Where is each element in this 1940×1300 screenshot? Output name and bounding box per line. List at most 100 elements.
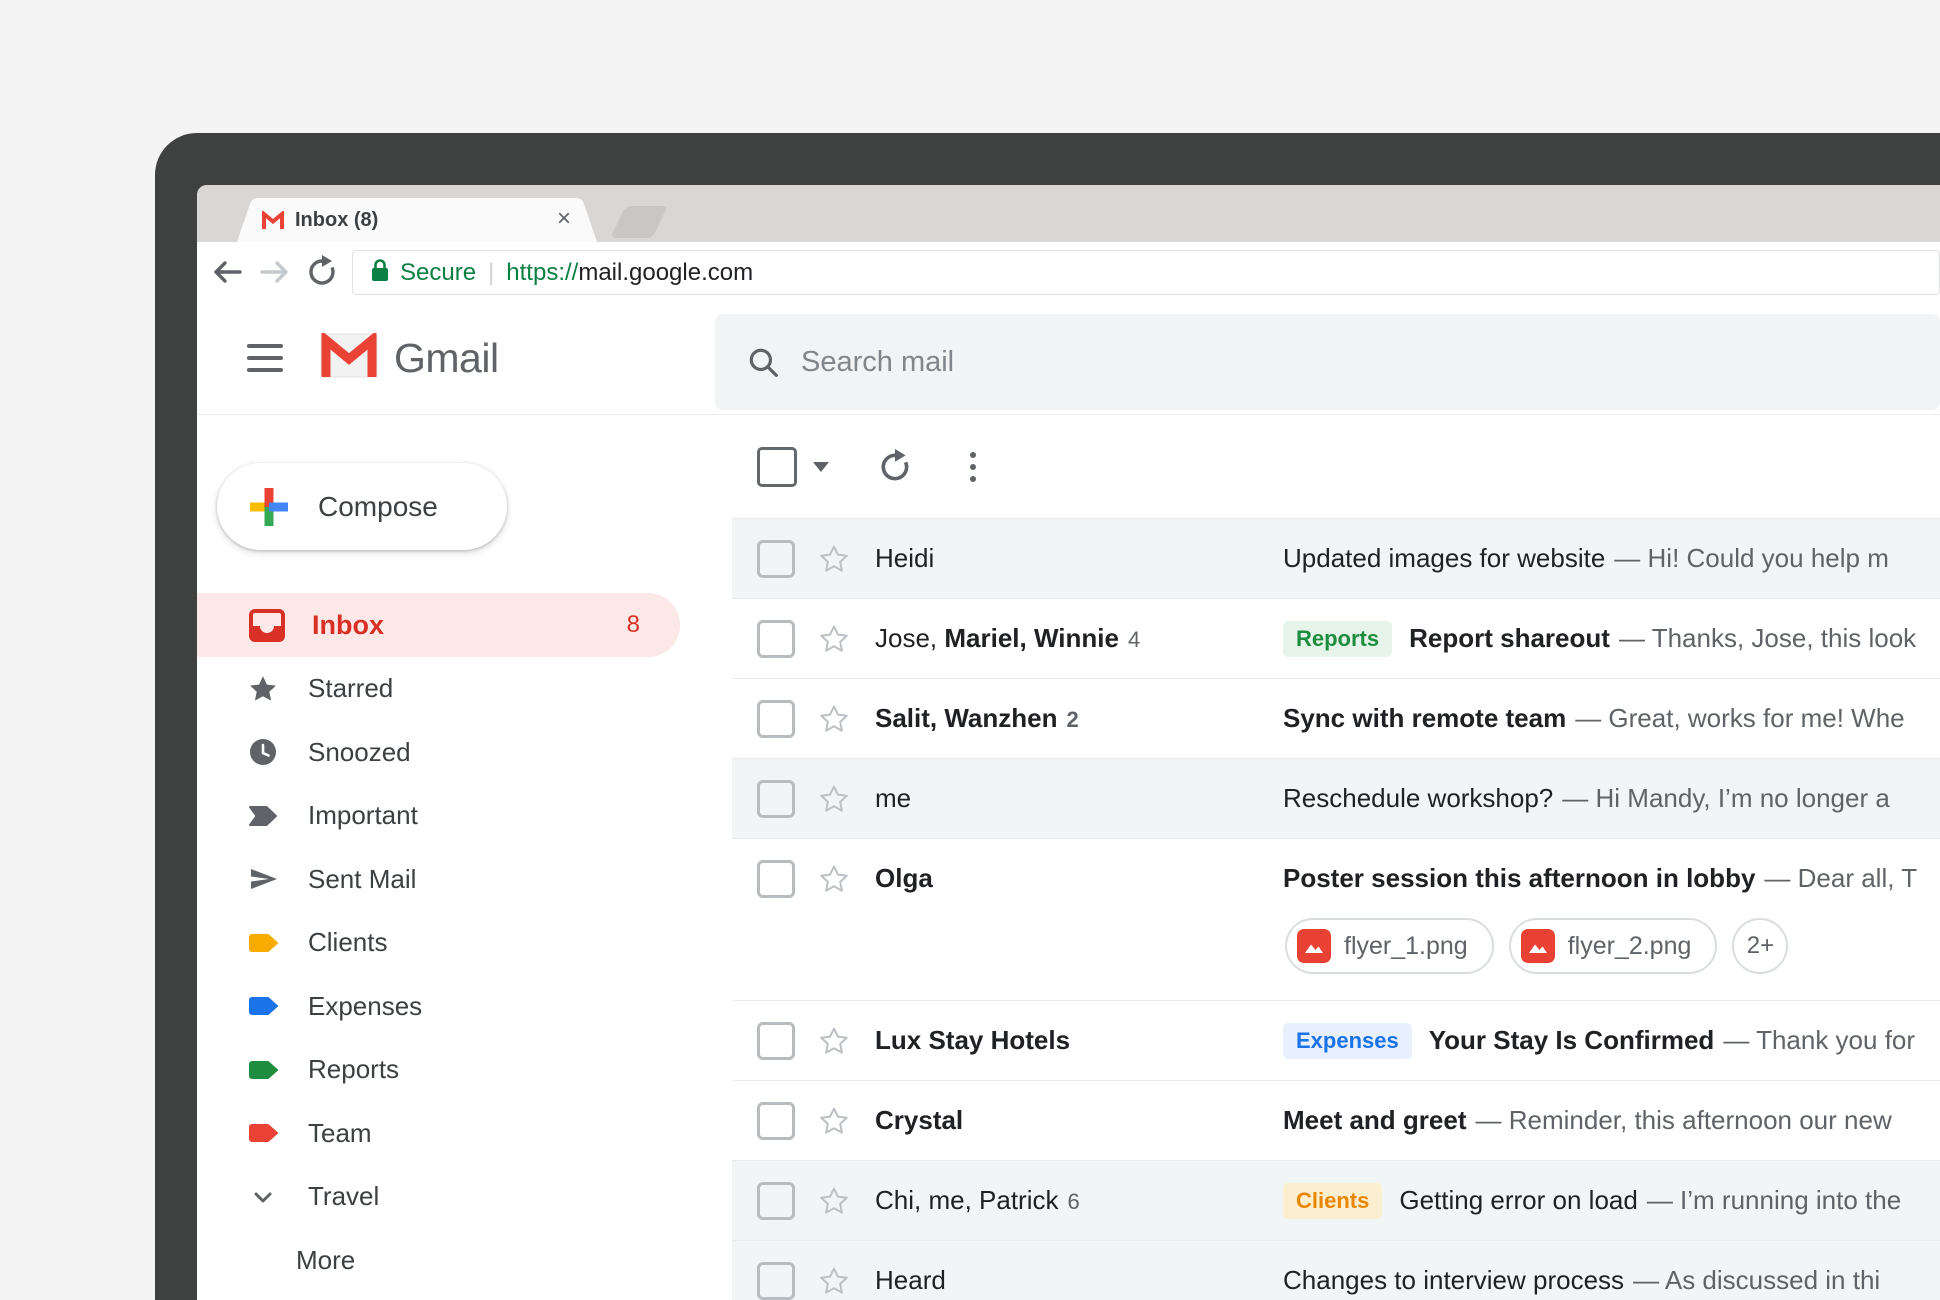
star-outline-icon[interactable] [817, 702, 853, 736]
mail-row[interactable]: Heidi Updated images for website — Hi! C… [732, 518, 1940, 598]
gmail-envelope-icon [320, 330, 378, 383]
tab-close-icon[interactable]: × [557, 206, 571, 232]
row-subject-cell: Expenses Your Stay Is Confirmed — Thank … [1283, 1022, 1940, 1059]
row-sender: Chi, me, Patrick 6 [875, 1185, 1080, 1215]
row-snippet: — Dear all, T [1764, 863, 1918, 893]
row-subject: Reschedule workshop? [1283, 783, 1554, 813]
star-outline-icon[interactable] [817, 862, 853, 896]
more-options-icon[interactable] [969, 450, 977, 484]
thread-count: 2 [1066, 707, 1079, 732]
mail-row[interactable]: Chi, me, Patrick 6 Clients Getting error … [732, 1160, 1940, 1240]
row-snippet: — Hi! Could you help m [1614, 543, 1889, 573]
row-checkbox[interactable] [757, 539, 795, 578]
list-toolbar [732, 415, 1940, 518]
chevron-down-icon [245, 1183, 281, 1211]
row-checkbox[interactable] [757, 779, 795, 818]
sidebar-item-label: Reports [308, 1054, 400, 1085]
sidebar-item-label: Important [308, 800, 418, 831]
secure-label: Secure [400, 258, 477, 286]
sidebar-item-travel[interactable]: Travel [197, 1165, 712, 1229]
mail-row[interactable]: Salit, Wanzhen 2 Sync with remote team — … [732, 678, 1940, 758]
sidebar-item-label: More [296, 1244, 356, 1275]
search-icon [749, 348, 778, 377]
attachments-row: flyer_1.png flyer_2.png 2+ [732, 918, 1940, 1000]
sidebar-item-team[interactable]: Team [197, 1102, 712, 1166]
sidebar-item-label: Clients [308, 927, 388, 958]
row-subject-cell: Changes to interview process — As discus… [1283, 1265, 1940, 1296]
row-sender: Olga [875, 863, 933, 893]
label-chip[interactable]: Reports [1283, 620, 1393, 657]
sidebar-item-label: Travel [308, 1181, 380, 1212]
row-checkbox[interactable] [757, 1101, 795, 1140]
attachment-name: flyer_1.png [1344, 931, 1468, 960]
hamburger-menu-icon[interactable] [247, 344, 283, 372]
tab-shape [237, 198, 597, 242]
sidebar-item-clients[interactable]: Clients [197, 911, 712, 975]
row-sender: Heidi [875, 543, 935, 573]
row-subject: Getting error on load [1399, 1185, 1638, 1215]
star-outline-icon[interactable] [817, 1104, 853, 1138]
row-snippet: — As discussed in thi [1633, 1265, 1881, 1295]
row-checkbox[interactable] [757, 1181, 795, 1220]
compose-label: Compose [318, 490, 438, 522]
attachment-chip[interactable]: flyer_2.png [1508, 918, 1718, 974]
select-dropdown-caret-icon[interactable] [813, 461, 829, 472]
sidebar-item-expenses[interactable]: Expenses [197, 975, 712, 1039]
compose-button[interactable]: Compose [217, 463, 507, 550]
row-checkbox[interactable] [757, 1021, 795, 1060]
star-outline-icon[interactable] [817, 782, 853, 816]
reload-button[interactable] [305, 255, 339, 294]
row-checkbox[interactable] [757, 619, 795, 658]
attachment-chip[interactable]: flyer_1.png [1285, 918, 1494, 974]
mail-row[interactable]: Olga Poster session this afternoon in lo… [732, 838, 1940, 1000]
sidebar-item-snoozed[interactable]: Snoozed [197, 721, 712, 785]
sidebar-item-important[interactable]: Important [197, 784, 712, 848]
row-checkbox[interactable] [757, 859, 795, 898]
star-outline-icon[interactable] [817, 622, 853, 656]
sidebar-item-reports[interactable]: Reports [197, 1038, 712, 1102]
sidebar-item-label: Sent Mail [308, 863, 417, 894]
row-checkbox[interactable] [757, 1261, 795, 1300]
star-outline-icon[interactable] [817, 1264, 853, 1298]
row-sender: Lux Stay Hotels [875, 1025, 1071, 1055]
tag-icon [245, 995, 281, 1017]
sidebar-item-starred[interactable]: Starred [197, 657, 712, 721]
star-outline-icon[interactable] [817, 542, 853, 576]
mail-row[interactable]: Lux Stay Hotels Expenses Your Stay Is Co… [732, 1000, 1940, 1080]
url-scheme: https:// [506, 258, 579, 286]
more-attachments-badge[interactable]: 2+ [1732, 918, 1789, 974]
back-button[interactable] [210, 256, 244, 293]
forward-button[interactable] [258, 256, 292, 293]
select-all-checkbox[interactable] [757, 446, 797, 487]
row-sender: Jose, Mariel, Winnie 4 [875, 623, 1141, 653]
label-chip[interactable]: Clients [1283, 1182, 1383, 1219]
search-input[interactable] [801, 345, 1401, 379]
sidebar-item-label: Starred [308, 673, 394, 704]
inbox-unread-count: 8 [626, 611, 640, 638]
mail-row[interactable]: Heard Changes to interview process — As … [732, 1240, 1940, 1300]
star-outline-icon[interactable] [817, 1184, 853, 1218]
star-outline-icon[interactable] [817, 1024, 853, 1058]
sidebar-item-inbox[interactable]: Inbox 8 [197, 593, 680, 657]
sidebar-item-label: Snoozed [308, 736, 411, 767]
mail-row[interactable]: Crystal Meet and greet — Reminder, this … [732, 1080, 1940, 1160]
row-subject: Report shareout [1409, 623, 1610, 653]
search-bar[interactable] [715, 314, 1940, 410]
sidebar-item-sent-mail[interactable]: Sent Mail [197, 848, 712, 912]
row-subject: Your Stay Is Confirmed [1428, 1025, 1715, 1055]
row-sender: Salit, Wanzhen 2 [875, 703, 1079, 733]
row-sender: Crystal [875, 1105, 964, 1135]
sidebar-item-more[interactable]: More [197, 1229, 712, 1293]
row-subject: Meet and greet [1283, 1105, 1467, 1135]
mail-row[interactable]: me Reschedule workshop? — Hi Mandy, I’m … [732, 758, 1940, 838]
compose-plus-icon [250, 487, 288, 526]
label-chip[interactable]: Expenses [1283, 1022, 1412, 1059]
mail-row[interactable]: Jose, Mariel, Winnie 4 Reports Report sha… [732, 598, 1940, 678]
important-icon [245, 804, 281, 828]
browser-tab[interactable]: Inbox (8) × [237, 198, 597, 242]
row-checkbox[interactable] [757, 699, 795, 738]
row-subject-cell: Sync with remote team — Great, works for… [1283, 703, 1940, 734]
address-bar[interactable]: Secure | https:// mail.google.com [352, 250, 1940, 295]
row-subject: Sync with remote team [1283, 703, 1567, 733]
refresh-button[interactable] [877, 448, 913, 485]
